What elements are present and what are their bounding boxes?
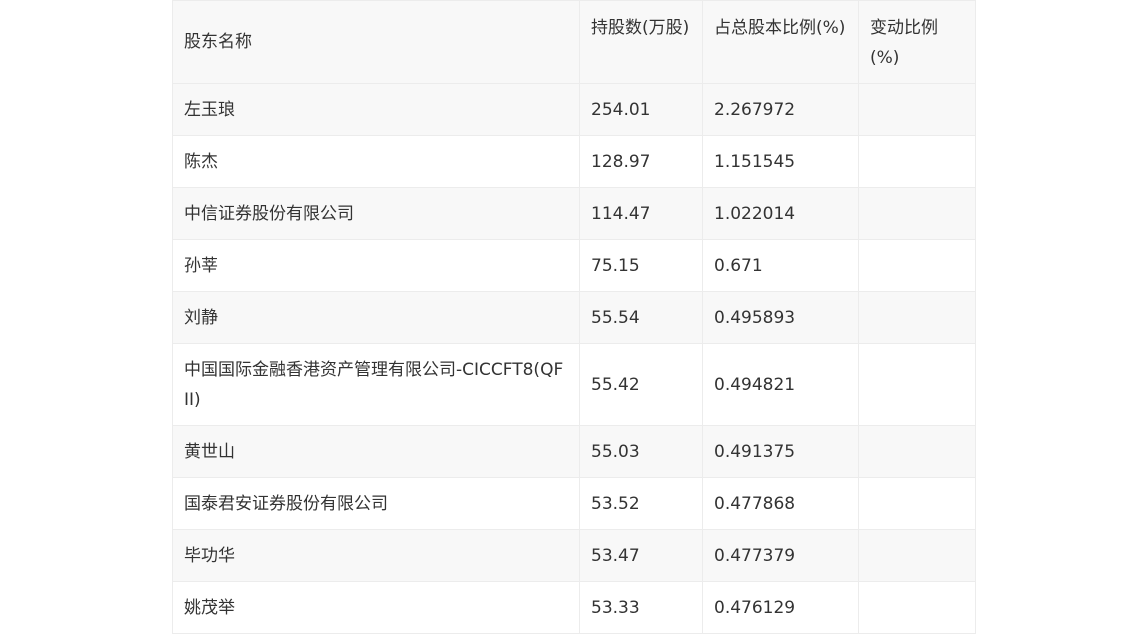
- cell-change-ratio: [858, 239, 976, 292]
- cell-shareholder-name: 刘静: [172, 291, 580, 344]
- cell-shares-held: 55.03: [579, 425, 703, 478]
- cell-change-ratio: [858, 477, 976, 530]
- header-change-ratio: 变动比例(%): [858, 0, 976, 84]
- header-share-ratio: 占总股本比例(%): [702, 0, 859, 84]
- cell-share-ratio: 1.151545: [702, 135, 859, 188]
- table-row: 左玉琅 254.01 2.267972: [172, 83, 976, 136]
- cell-share-ratio: 0.476129: [702, 581, 859, 634]
- shareholder-table: 股东名称 持股数(万股) 占总股本比例(%) 变动比例(%) 左玉琅 254.0…: [172, 0, 976, 634]
- shareholder-table-container: 股东名称 持股数(万股) 占总股本比例(%) 变动比例(%) 左玉琅 254.0…: [172, 0, 976, 634]
- cell-shares-held: 114.47: [579, 187, 703, 240]
- cell-shareholder-name: 陈杰: [172, 135, 580, 188]
- cell-share-ratio: 2.267972: [702, 83, 859, 136]
- table-row: 刘静 55.54 0.495893: [172, 291, 976, 344]
- cell-share-ratio: 0.477868: [702, 477, 859, 530]
- table-row: 姚茂举 53.33 0.476129: [172, 581, 976, 634]
- cell-shareholder-name: 中国国际金融香港资产管理有限公司-CICCFT8(QFII): [172, 343, 580, 426]
- header-shares-held: 持股数(万股): [579, 0, 703, 84]
- cell-share-ratio: 0.671: [702, 239, 859, 292]
- cell-shares-held: 128.97: [579, 135, 703, 188]
- cell-shares-held: 53.52: [579, 477, 703, 530]
- cell-shares-held: 254.01: [579, 83, 703, 136]
- table-row: 毕功华 53.47 0.477379: [172, 529, 976, 582]
- cell-share-ratio: 0.491375: [702, 425, 859, 478]
- table-row: 黄世山 55.03 0.491375: [172, 425, 976, 478]
- cell-shareholder-name: 毕功华: [172, 529, 580, 582]
- cell-share-ratio: 0.494821: [702, 343, 859, 426]
- cell-share-ratio: 1.022014: [702, 187, 859, 240]
- cell-change-ratio: [858, 425, 976, 478]
- cell-shareholder-name: 姚茂举: [172, 581, 580, 634]
- cell-change-ratio: [858, 83, 976, 136]
- cell-shareholder-name: 国泰君安证券股份有限公司: [172, 477, 580, 530]
- cell-change-ratio: [858, 291, 976, 344]
- cell-shares-held: 55.54: [579, 291, 703, 344]
- cell-shareholder-name: 黄世山: [172, 425, 580, 478]
- cell-shares-held: 55.42: [579, 343, 703, 426]
- header-shareholder-name: 股东名称: [172, 0, 580, 84]
- cell-change-ratio: [858, 529, 976, 582]
- cell-shareholder-name: 中信证券股份有限公司: [172, 187, 580, 240]
- cell-change-ratio: [858, 343, 976, 426]
- table-row: 中国国际金融香港资产管理有限公司-CICCFT8(QFII) 55.42 0.4…: [172, 343, 976, 426]
- table-header-row: 股东名称 持股数(万股) 占总股本比例(%) 变动比例(%): [172, 0, 976, 84]
- table-row: 中信证券股份有限公司 114.47 1.022014: [172, 187, 976, 240]
- cell-change-ratio: [858, 581, 976, 634]
- cell-share-ratio: 0.495893: [702, 291, 859, 344]
- cell-change-ratio: [858, 135, 976, 188]
- cell-shares-held: 75.15: [579, 239, 703, 292]
- cell-shares-held: 53.47: [579, 529, 703, 582]
- cell-change-ratio: [858, 187, 976, 240]
- table-row: 孙莘 75.15 0.671: [172, 239, 976, 292]
- cell-shareholder-name: 孙莘: [172, 239, 580, 292]
- cell-share-ratio: 0.477379: [702, 529, 859, 582]
- table-row: 国泰君安证券股份有限公司 53.52 0.477868: [172, 477, 976, 530]
- table-row: 陈杰 128.97 1.151545: [172, 135, 976, 188]
- cell-shareholder-name: 左玉琅: [172, 83, 580, 136]
- cell-shares-held: 53.33: [579, 581, 703, 634]
